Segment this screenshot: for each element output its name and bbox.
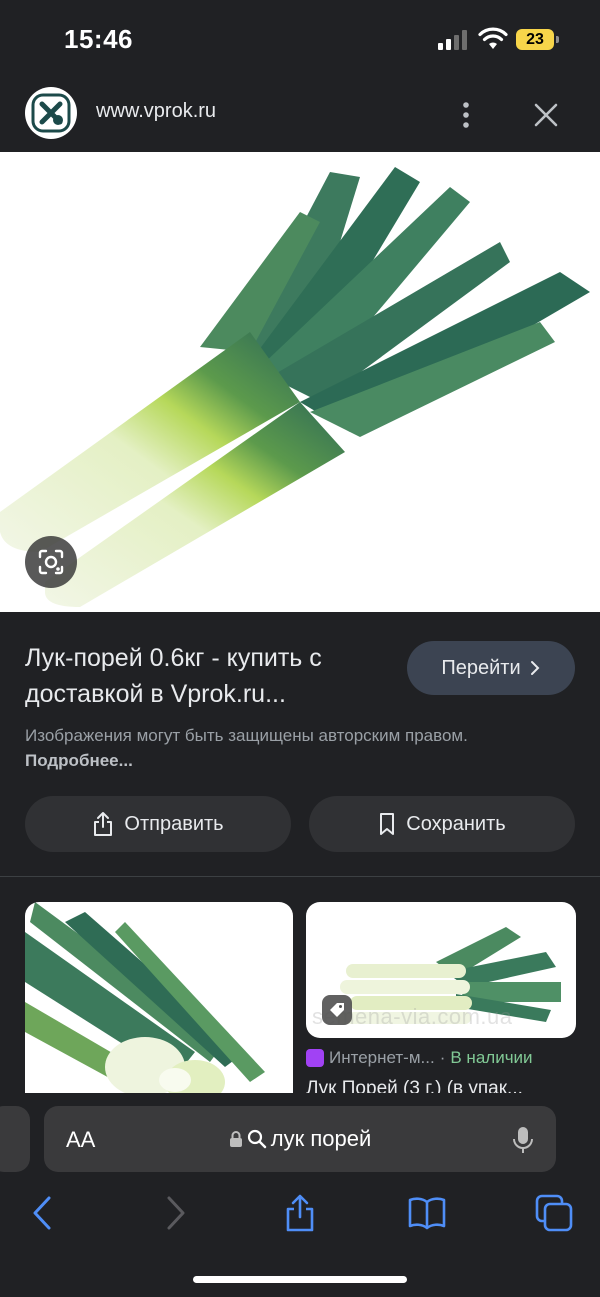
visit-button[interactable]: Перейти: [407, 641, 575, 695]
copyright-notice: Изображения могут быть защищены авторски…: [25, 723, 475, 773]
site-url[interactable]: www.vprok.ru: [96, 100, 216, 123]
site-favicon-icon[interactable]: [25, 87, 77, 139]
status-bar: 15:46 23: [0, 0, 600, 80]
previous-tab-peek[interactable]: [0, 1106, 30, 1172]
stock-status: В наличии: [450, 1048, 533, 1067]
battery-indicator: 23: [516, 29, 559, 50]
more-info-link[interactable]: Подробнее...: [25, 751, 133, 770]
home-indicator[interactable]: [193, 1276, 407, 1283]
more-options-icon[interactable]: [454, 100, 478, 130]
wifi-icon: [478, 27, 508, 49]
microphone-icon[interactable]: [512, 1125, 534, 1155]
cellular-signal-icon: [438, 30, 467, 50]
search-query-text: лук порей: [270, 1126, 372, 1151]
divider: [0, 876, 600, 877]
hero-image[interactable]: [0, 152, 600, 612]
price-tag-icon: [322, 995, 352, 1025]
bookmarks-icon[interactable]: [407, 1193, 447, 1233]
address-bar[interactable]: AA лук порей: [44, 1106, 556, 1172]
browser-toolbar: AA лук порей: [0, 1093, 600, 1297]
lens-icon: [38, 549, 64, 575]
save-button[interactable]: Сохранить: [309, 796, 575, 852]
lock-icon: [229, 1131, 242, 1147]
visit-button-label: Перейти: [441, 656, 521, 679]
share-page-icon[interactable]: [280, 1193, 320, 1233]
address-query[interactable]: лук порей: [44, 1126, 556, 1152]
status-time: 15:46: [64, 24, 133, 54]
bookmark-icon: [380, 813, 395, 835]
share-icon: [94, 812, 113, 836]
leek-image: [0, 167, 590, 607]
share-button-label: Отправить: [124, 812, 224, 835]
back-icon[interactable]: [24, 1193, 64, 1233]
forward-icon[interactable]: [154, 1193, 194, 1233]
related-source: Интернет-м... · В наличии: [306, 1048, 576, 1068]
separator: ·: [439, 1048, 446, 1067]
save-button-label: Сохранить: [406, 812, 506, 835]
copyright-text: Изображения могут быть защищены авторски…: [25, 726, 468, 745]
google-lens-button[interactable]: [25, 536, 77, 588]
shopping-bag-icon: [306, 1049, 324, 1067]
source-name: Интернет-м...: [329, 1048, 435, 1067]
close-icon[interactable]: [532, 101, 560, 129]
search-icon: [247, 1129, 266, 1149]
site-header: www.vprok.ru: [0, 80, 600, 152]
leek-thumbnail: [25, 902, 265, 1104]
page-title[interactable]: Лук-порей 0.6кг - купить с доставкой в V…: [25, 640, 395, 712]
share-button[interactable]: Отправить: [25, 796, 291, 852]
chevron-right-icon: [530, 661, 540, 675]
tabs-icon[interactable]: [534, 1193, 574, 1233]
